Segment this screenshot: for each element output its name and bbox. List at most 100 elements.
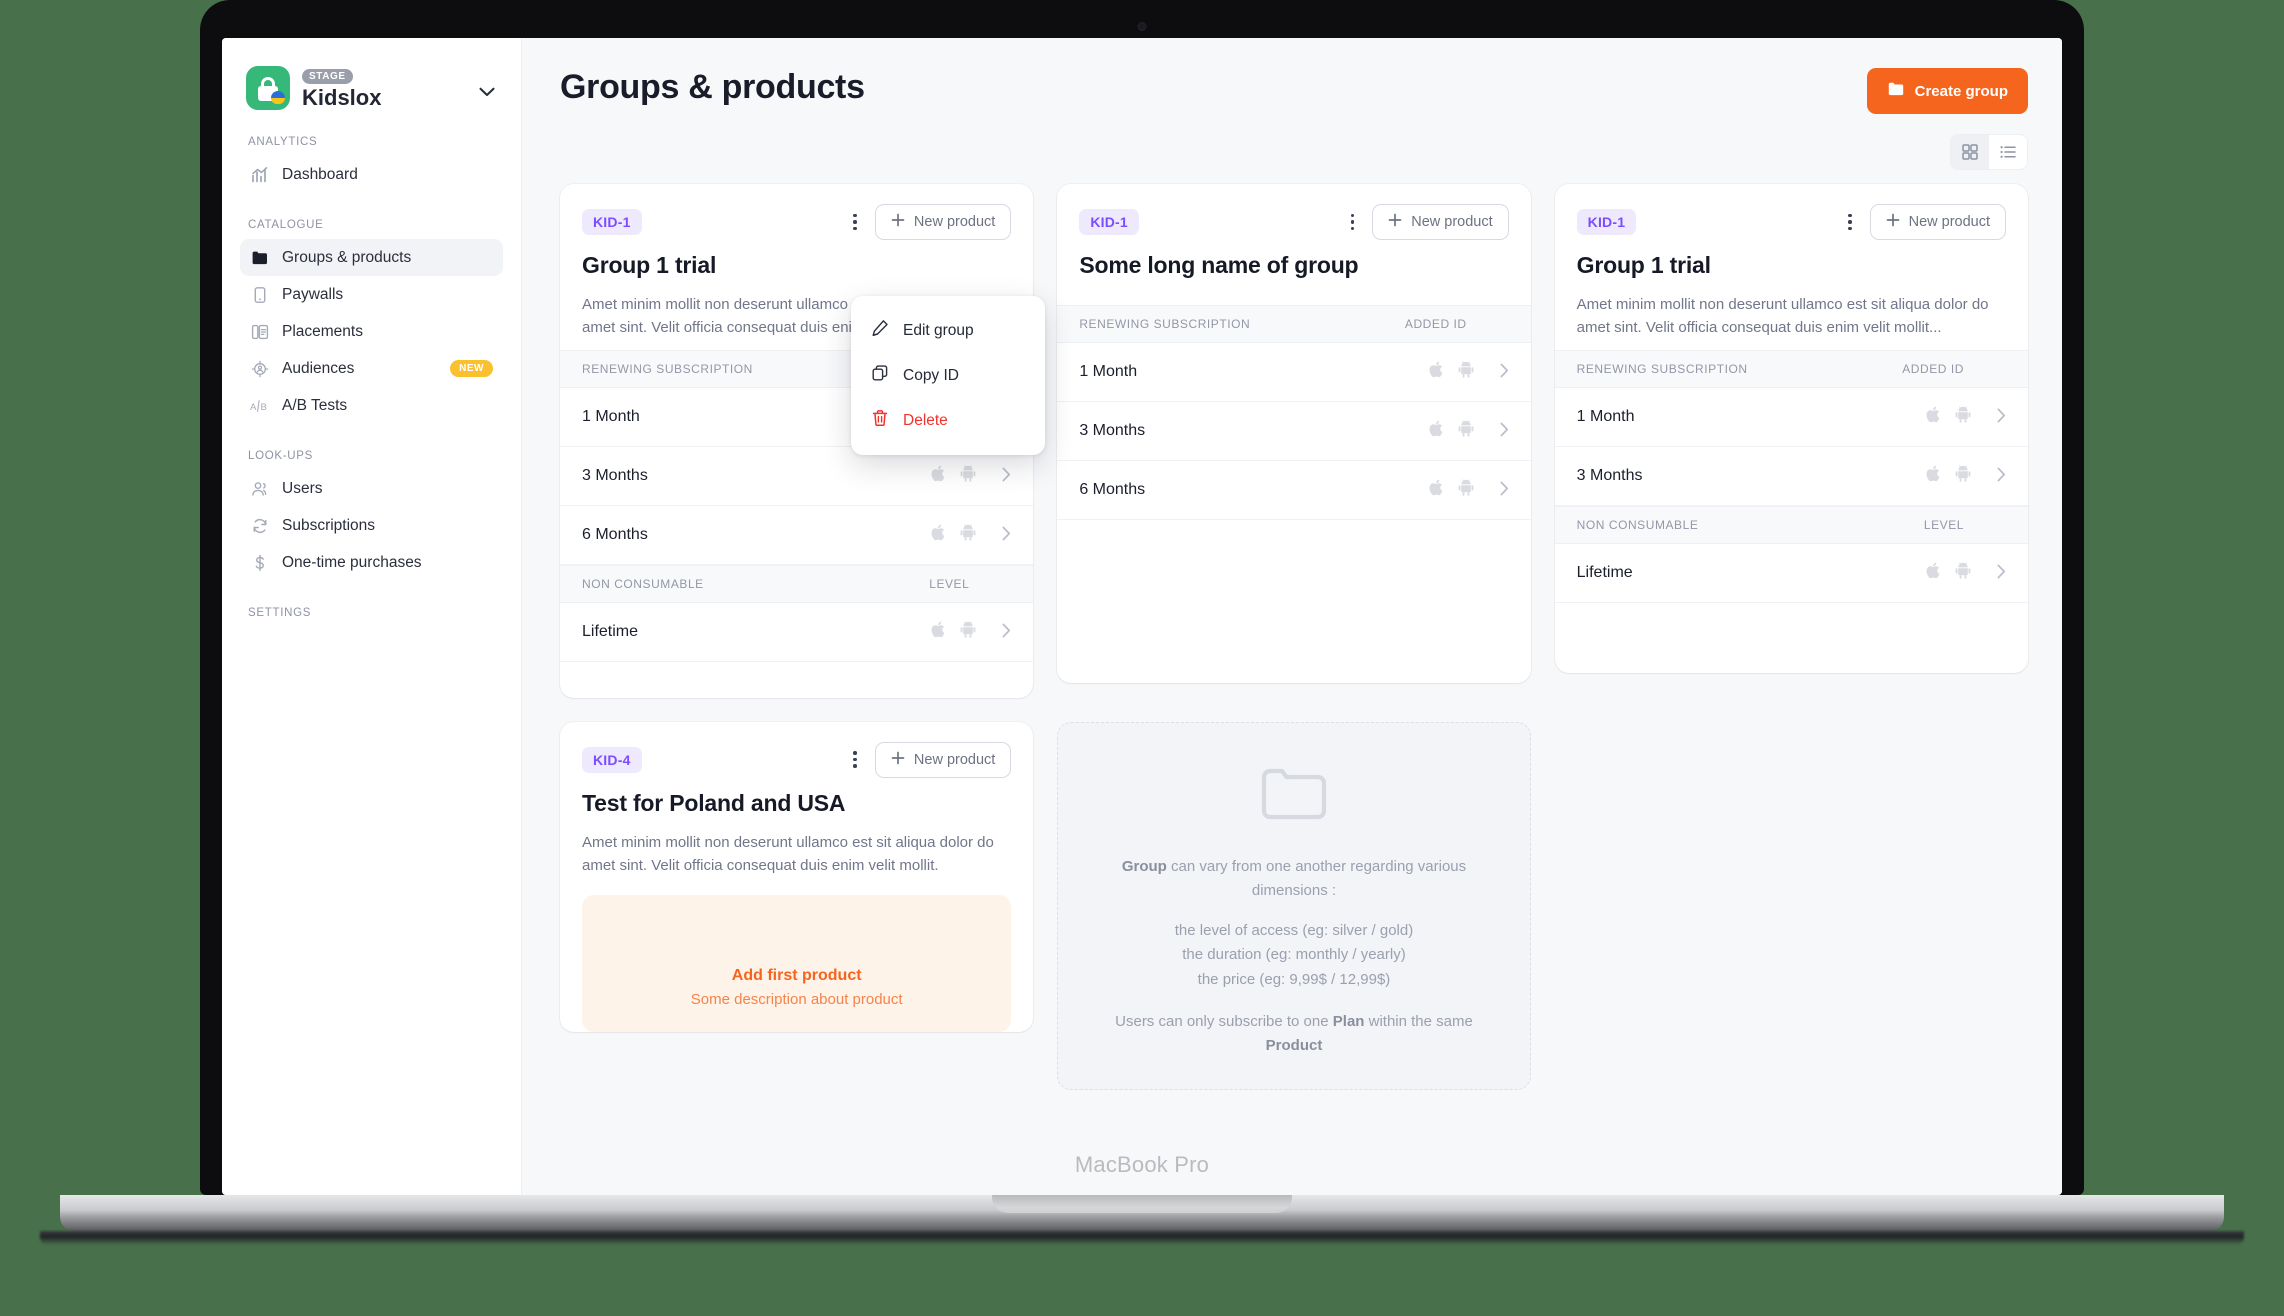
empty-state-bullet: the duration (eg: monthly / yearly) xyxy=(1182,946,1406,964)
empty-state-bold-group: Group xyxy=(1121,857,1167,875)
group-card[interactable]: KID-1 New product xyxy=(1554,184,2028,673)
platform-icons xyxy=(1429,361,1474,383)
table-header: RENEWING SUBSCRIPTION ADDED ID xyxy=(1554,349,2028,388)
column-header-type: RENEWING SUBSCRIPTION xyxy=(1079,317,1251,331)
empty-state-tail-pre: Users can only subscribe to one xyxy=(1115,1012,1333,1030)
table-row[interactable]: Lifetime xyxy=(1554,544,2028,603)
sidebar-item-one-time-purchases[interactable]: One-time purchases xyxy=(240,544,503,581)
column-header-level: LEVEL xyxy=(929,576,970,591)
chevron-right-icon xyxy=(1500,422,1509,440)
table-header: NON CONSUMABLE LEVEL xyxy=(560,564,1034,603)
table-header: RENEWING SUBSCRIPTION ADDED ID xyxy=(1057,305,1531,343)
apple-icon xyxy=(1429,420,1444,442)
new-product-button[interactable]: New product xyxy=(874,204,1012,240)
new-product-label: New product xyxy=(913,751,996,768)
table-row[interactable]: 6 Months xyxy=(1057,461,1531,520)
apple-icon xyxy=(931,621,946,643)
android-icon xyxy=(1955,561,1971,584)
sidebar-item-paywalls[interactable]: Paywalls xyxy=(240,276,503,313)
chevron-down-icon[interactable] xyxy=(479,76,497,101)
table-row[interactable]: 3 Months xyxy=(1057,402,1531,461)
android-icon xyxy=(1458,361,1474,383)
sidebar-item-placements[interactable]: Placements xyxy=(240,313,503,350)
product-name: 1 Month xyxy=(1576,407,1635,425)
add-first-product-block[interactable]: Add first product Some description about… xyxy=(582,895,1012,1032)
sidebar-item-ab-tests[interactable]: AB A/B Tests xyxy=(240,387,503,424)
view-toggle[interactable] xyxy=(1950,134,2028,170)
group-card[interactable]: KID-1 New product xyxy=(1057,184,1531,683)
camera-icon xyxy=(1137,22,1147,31)
chevron-right-icon xyxy=(1002,526,1011,544)
apple-icon xyxy=(1926,465,1941,487)
folder-plus-icon xyxy=(1887,80,1905,102)
page-header: Groups & products Create group xyxy=(560,68,2028,114)
table-row[interactable]: 6 Months xyxy=(560,506,1034,565)
sidebar-item-subscriptions[interactable]: Subscriptions xyxy=(240,507,503,544)
android-icon xyxy=(1955,464,1971,487)
users-icon xyxy=(250,479,269,498)
chevron-right-icon xyxy=(1997,467,2006,485)
empty-state-line1-rest: can vary from one another regarding vari… xyxy=(1166,857,1467,899)
group-context-menu[interactable]: Edit group Copy ID Delete xyxy=(851,296,1045,455)
sidebar-item-label: Placements xyxy=(282,322,363,340)
group-card[interactable]: KID-4 New product Test for Poland and US… xyxy=(560,721,1034,1032)
product-name: 1 Month xyxy=(582,407,640,425)
menu-item-edit-group[interactable]: Edit group xyxy=(851,308,1045,353)
new-product-button[interactable]: New product xyxy=(874,741,1012,778)
empty-state-tail-mid: within the same xyxy=(1364,1012,1473,1030)
empty-state-bullet: the level of access (eg: silver / gold) xyxy=(1174,922,1414,940)
product-name: 6 Months xyxy=(1079,481,1146,498)
chevron-right-icon xyxy=(1997,408,2006,426)
menu-item-label: Copy ID xyxy=(903,366,959,384)
new-product-label: New product xyxy=(913,214,996,230)
table-row[interactable]: 1 Month xyxy=(1057,343,1531,402)
list-view-icon[interactable] xyxy=(1989,135,2027,169)
table-row[interactable]: 3 Months xyxy=(560,447,1034,506)
platform-icons xyxy=(931,464,976,487)
empty-state-tail: Users can only subscribe to one Plan wit… xyxy=(1092,1010,1495,1059)
more-options-icon[interactable] xyxy=(1844,208,1856,237)
group-id-badge: KID-4 xyxy=(582,746,642,773)
device-label: MacBook Pro xyxy=(1074,1152,1210,1177)
sidebar-item-audiences[interactable]: Audiences NEW xyxy=(240,350,503,387)
product-name: 3 Months xyxy=(1576,466,1643,484)
android-icon xyxy=(960,464,976,487)
table-row[interactable]: Lifetime xyxy=(560,603,1034,662)
more-options-icon[interactable] xyxy=(849,745,861,774)
group-card-header: KID-1 New product xyxy=(1555,184,2028,350)
grid-view-icon[interactable] xyxy=(1951,135,1989,169)
group-description: Amet minim mollit non deserunt ullamco e… xyxy=(582,833,994,874)
apple-icon xyxy=(1926,406,1941,428)
menu-item-label: Edit group xyxy=(903,321,974,339)
ab-icon: AB xyxy=(250,396,269,415)
sidebar-item-label: Users xyxy=(282,479,323,497)
menu-item-label: Delete xyxy=(903,411,948,429)
table-header: NON CONSUMABLE LEVEL xyxy=(1554,505,2028,544)
table-row[interactable]: 1 Month xyxy=(1554,388,2028,447)
more-options-icon[interactable] xyxy=(1347,208,1359,237)
table-row[interactable]: 3 Months xyxy=(1554,447,2028,506)
folder-icon xyxy=(250,248,269,267)
sidebar-item-groups-products[interactable]: Groups & products xyxy=(240,239,503,277)
more-options-icon[interactable] xyxy=(849,208,861,237)
sidebar-item-users[interactable]: Users xyxy=(240,470,503,507)
platform-icons xyxy=(931,523,976,546)
new-product-label: New product xyxy=(1908,214,1990,230)
empty-state-bullet: the price (eg: 9,99$ / 12,99$) xyxy=(1197,970,1391,988)
new-product-button[interactable]: New product xyxy=(1372,204,1509,240)
menu-item-delete[interactable]: Delete xyxy=(851,398,1045,443)
platform-icons xyxy=(1926,464,1971,487)
chevron-right-icon xyxy=(1002,467,1011,485)
menu-item-copy-id[interactable]: Copy ID xyxy=(851,353,1045,398)
create-group-button[interactable]: Create group xyxy=(1866,68,2028,114)
sidebar: STAGE Kidslox ANALYTICS Dashboard CATALO… xyxy=(222,38,522,1195)
sidebar-item-dashboard[interactable]: Dashboard xyxy=(240,156,503,193)
product-name: Lifetime xyxy=(582,622,639,640)
apple-icon xyxy=(1429,361,1444,383)
laptop-notch xyxy=(992,1195,1292,1213)
new-product-button[interactable]: New product xyxy=(1869,204,2006,240)
add-first-product-title: Add first product xyxy=(731,967,862,984)
platform-icons xyxy=(1429,420,1474,442)
brand-selector[interactable]: STAGE Kidslox xyxy=(240,64,503,111)
apple-icon xyxy=(931,465,946,487)
